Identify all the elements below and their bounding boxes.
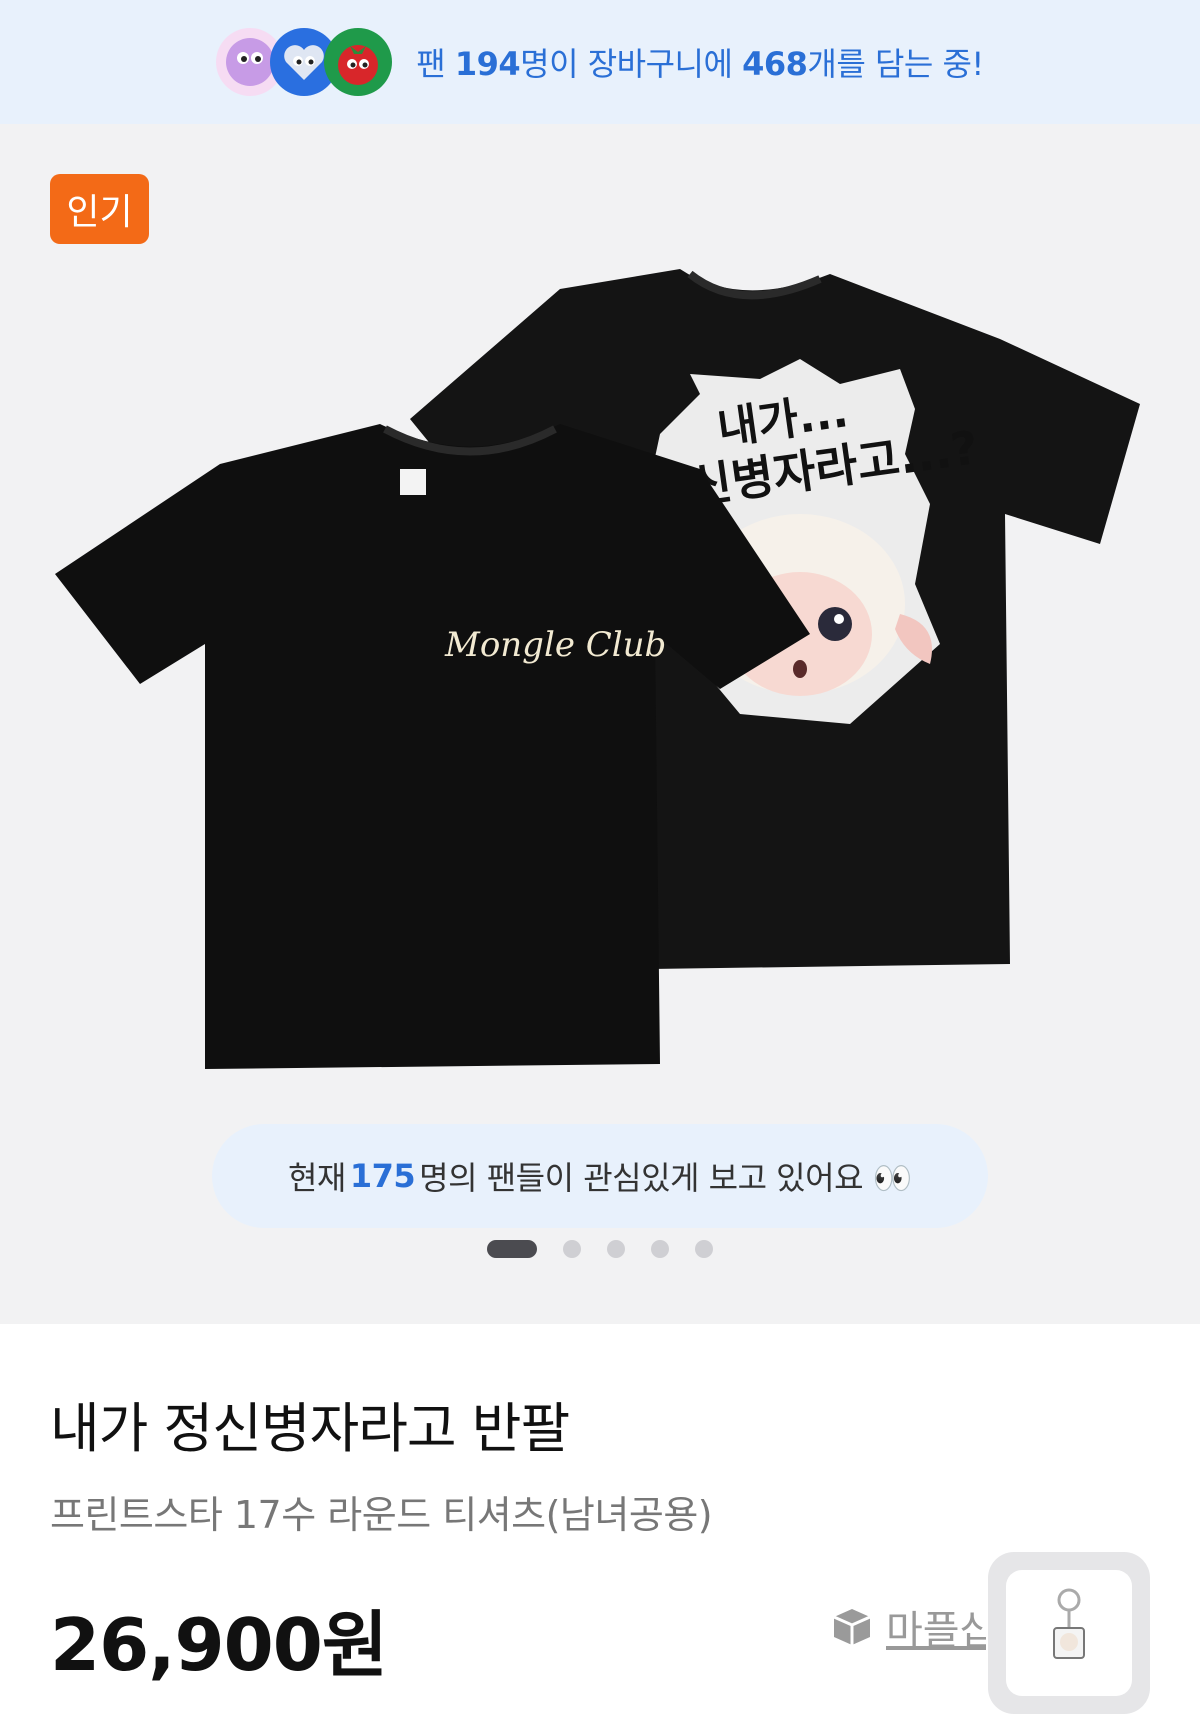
fan-count: 194 <box>454 45 521 83</box>
viewers-prefix: 현재 <box>287 1159 346 1197</box>
keychain-thumbnail-image <box>1006 1570 1132 1696</box>
shop-link-label[interactable]: 마플샵 <box>886 1598 986 1656</box>
banner-middle: 명이 장바구니에 <box>520 45 743 83</box>
banner-suffix: 개를 담는 중! <box>807 45 984 83</box>
carousel-dot-5[interactable] <box>695 1240 713 1258</box>
box-icon <box>833 1609 871 1645</box>
product-image-carousel[interactable]: 내가... 정신병자라고...? Mongle Club 인기 현재 175 명의… <box>0 124 1200 1324</box>
viewers-count: 175 <box>349 1157 416 1195</box>
item-count: 468 <box>742 45 808 83</box>
banner-prefix: 팬 <box>416 45 455 83</box>
mongle-club-logo: Mongle Club <box>444 625 666 665</box>
viewers-suffix: 명의 팬들이 관심있게 보고 있어요 👀 <box>419 1159 913 1197</box>
carousel-dot-3[interactable] <box>607 1240 625 1258</box>
carousel-indicator <box>487 1240 739 1258</box>
product-title: 내가 정신병자라고 반팔 <box>50 1397 570 1460</box>
tomato-character-avatar <box>324 28 393 96</box>
product-subtitle: 프린트스타 17수 라운드 티셔츠(남녀공용) <box>50 1493 713 1537</box>
fan-avatars <box>216 24 393 100</box>
cart-activity-text: 팬 194명이 장바구니에 468개를 담는 중! <box>416 39 984 85</box>
carousel-dot-1[interactable] <box>487 1240 537 1258</box>
shop-link[interactable]: 마플샵 <box>830 1598 986 1656</box>
carousel-dot-4[interactable] <box>651 1240 669 1258</box>
cart-activity-banner: 팬 194명이 장바구니에 468개를 담는 중! <box>0 0 1200 124</box>
current-viewers-pill: 현재 175 명의 팬들이 관심있게 보고 있어요 👀 <box>212 1124 988 1228</box>
floating-product-thumbnail[interactable] <box>988 1552 1150 1714</box>
popular-badge: 인기 <box>50 174 149 244</box>
carousel-dot-2[interactable] <box>563 1240 581 1258</box>
product-price: 26,900원 <box>50 1603 388 1687</box>
